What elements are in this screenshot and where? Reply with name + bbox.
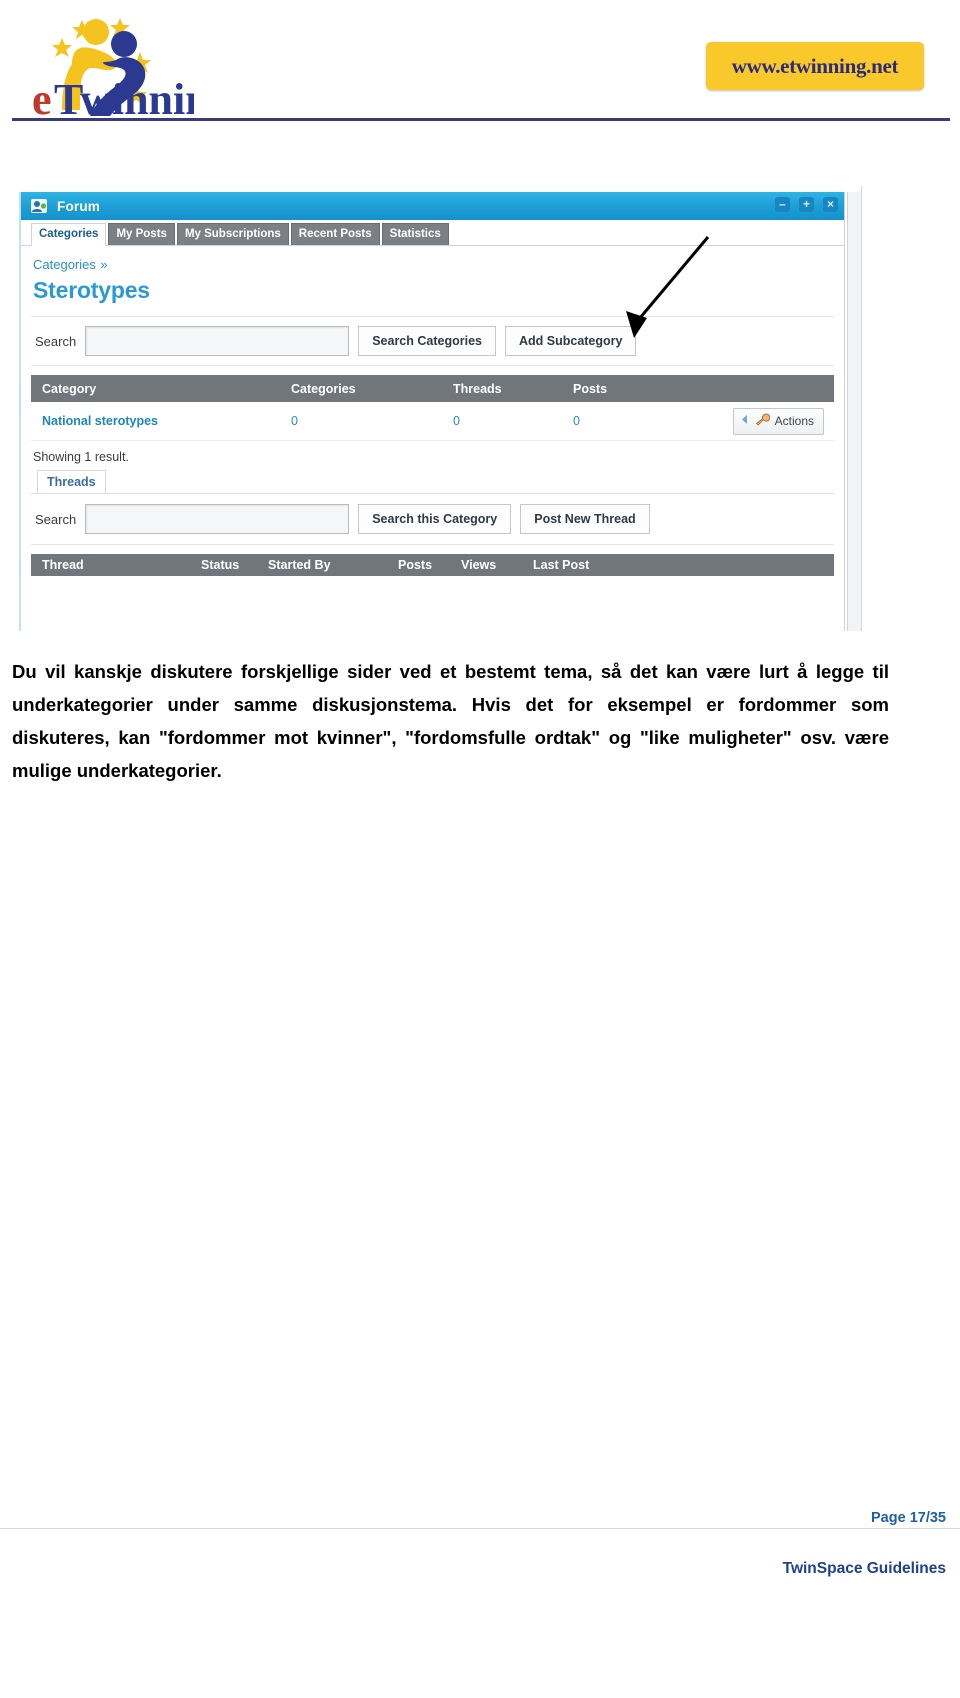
row-threads-count: 0 xyxy=(453,414,460,428)
close-icon[interactable]: × xyxy=(823,197,838,212)
tab-statistics[interactable]: Statistics xyxy=(381,223,449,245)
header-divider xyxy=(12,118,950,121)
search-label: Search xyxy=(35,333,77,349)
svg-text:e: e xyxy=(32,75,52,118)
row-posts-count: 0 xyxy=(573,414,580,428)
footer-document-title: TwinSpace Guidelines xyxy=(782,1560,946,1577)
row-category-link[interactable]: National sterotypes xyxy=(31,414,291,428)
col-header-category: Category xyxy=(42,381,97,396)
forum-titlebar: Forum – + × xyxy=(21,192,844,220)
col-header-thread: Thread xyxy=(42,558,84,572)
categories-table-header: Category Categories Threads Posts xyxy=(31,375,834,402)
thread-subtabs: Threads xyxy=(37,470,844,493)
breadcrumb: Categories » xyxy=(21,246,844,274)
search-categories-button[interactable]: Search Categories xyxy=(358,326,496,356)
col-header-last-post: Last Post xyxy=(533,558,590,572)
forum-window-title: Forum xyxy=(57,198,100,214)
svg-text:Twinning: Twinning xyxy=(54,75,194,118)
thread-search-input[interactable] xyxy=(85,504,350,534)
body-paragraph: Du vil kanskje diskutere forskjellige si… xyxy=(12,661,889,781)
row-actions-cell: Actions xyxy=(703,407,834,435)
actions-button-label: Actions xyxy=(774,414,814,428)
forum-window: Forum – + × Categories My Posts My Subsc… xyxy=(19,192,845,631)
subtab-threads[interactable]: Threads xyxy=(37,470,106,493)
col-header-posts: Posts xyxy=(573,381,608,396)
col-header-started-by: Started By xyxy=(268,558,331,572)
wrench-icon xyxy=(755,413,770,429)
tab-recent-posts[interactable]: Recent Posts xyxy=(290,223,380,245)
col-header-threads: Threads xyxy=(453,381,502,396)
post-new-thread-button[interactable]: Post New Thread xyxy=(520,504,650,534)
page-header: e Twinning www.etwinning.net xyxy=(0,0,960,122)
thread-search-label: Search xyxy=(35,511,77,527)
tab-categories[interactable]: Categories xyxy=(31,223,107,246)
add-subcategory-button[interactable]: Add Subcategory xyxy=(504,326,637,356)
chevron-left-icon xyxy=(740,414,750,428)
etwinning-logo: e Twinning xyxy=(24,6,194,118)
col-header-categories: Categories xyxy=(291,381,356,396)
col-header-thread-posts: Posts xyxy=(398,558,433,572)
search-input[interactable] xyxy=(85,326,350,356)
row-categories-count: 0 xyxy=(291,414,298,428)
showing-results-text: Showing 1 result. xyxy=(33,450,129,464)
etwinning-url-badge[interactable]: www.etwinning.net xyxy=(706,42,924,90)
page-title: Sterotypes xyxy=(33,277,150,303)
forum-user-icon xyxy=(29,196,49,216)
tab-my-posts[interactable]: My Posts xyxy=(108,223,175,245)
screenshot-right-strip xyxy=(847,192,861,631)
search-this-category-button[interactable]: Search this Category xyxy=(358,504,512,534)
breadcrumb-chevron-icon: » xyxy=(100,257,108,272)
forum-screenshot: Forum – + × Categories My Posts My Subsc… xyxy=(10,186,862,631)
col-header-status: Status xyxy=(201,558,240,572)
minimize-icon[interactable]: – xyxy=(775,197,790,212)
category-search-row: Search Search Categories Add Subcategory xyxy=(31,316,834,366)
threads-table-header: Thread Status Started By Posts Views Las… xyxy=(31,554,834,576)
actions-button[interactable]: Actions xyxy=(732,407,824,435)
footer-divider xyxy=(0,1528,960,1529)
window-controls: – + × xyxy=(775,197,838,212)
maximize-icon[interactable]: + xyxy=(799,197,814,212)
col-header-views: Views xyxy=(461,558,497,572)
etwinning-logo-svg: e Twinning xyxy=(32,18,194,118)
table-row[interactable]: National sterotypes 0 0 0 Actions xyxy=(31,402,834,441)
tab-my-subscriptions[interactable]: My Subscriptions xyxy=(176,223,289,245)
forum-panel: Categories » Sterotypes Search Search Ca… xyxy=(21,246,844,576)
forum-tabstrip: Categories My Posts My Subscriptions Rec… xyxy=(21,220,844,246)
breadcrumb-link-categories[interactable]: Categories xyxy=(33,257,96,272)
page-number: Page 17/35 xyxy=(871,1510,946,1526)
categories-table: Category Categories Threads Posts Nation… xyxy=(31,375,834,441)
thread-search-row: Search Search this Category Post New Thr… xyxy=(31,494,834,545)
